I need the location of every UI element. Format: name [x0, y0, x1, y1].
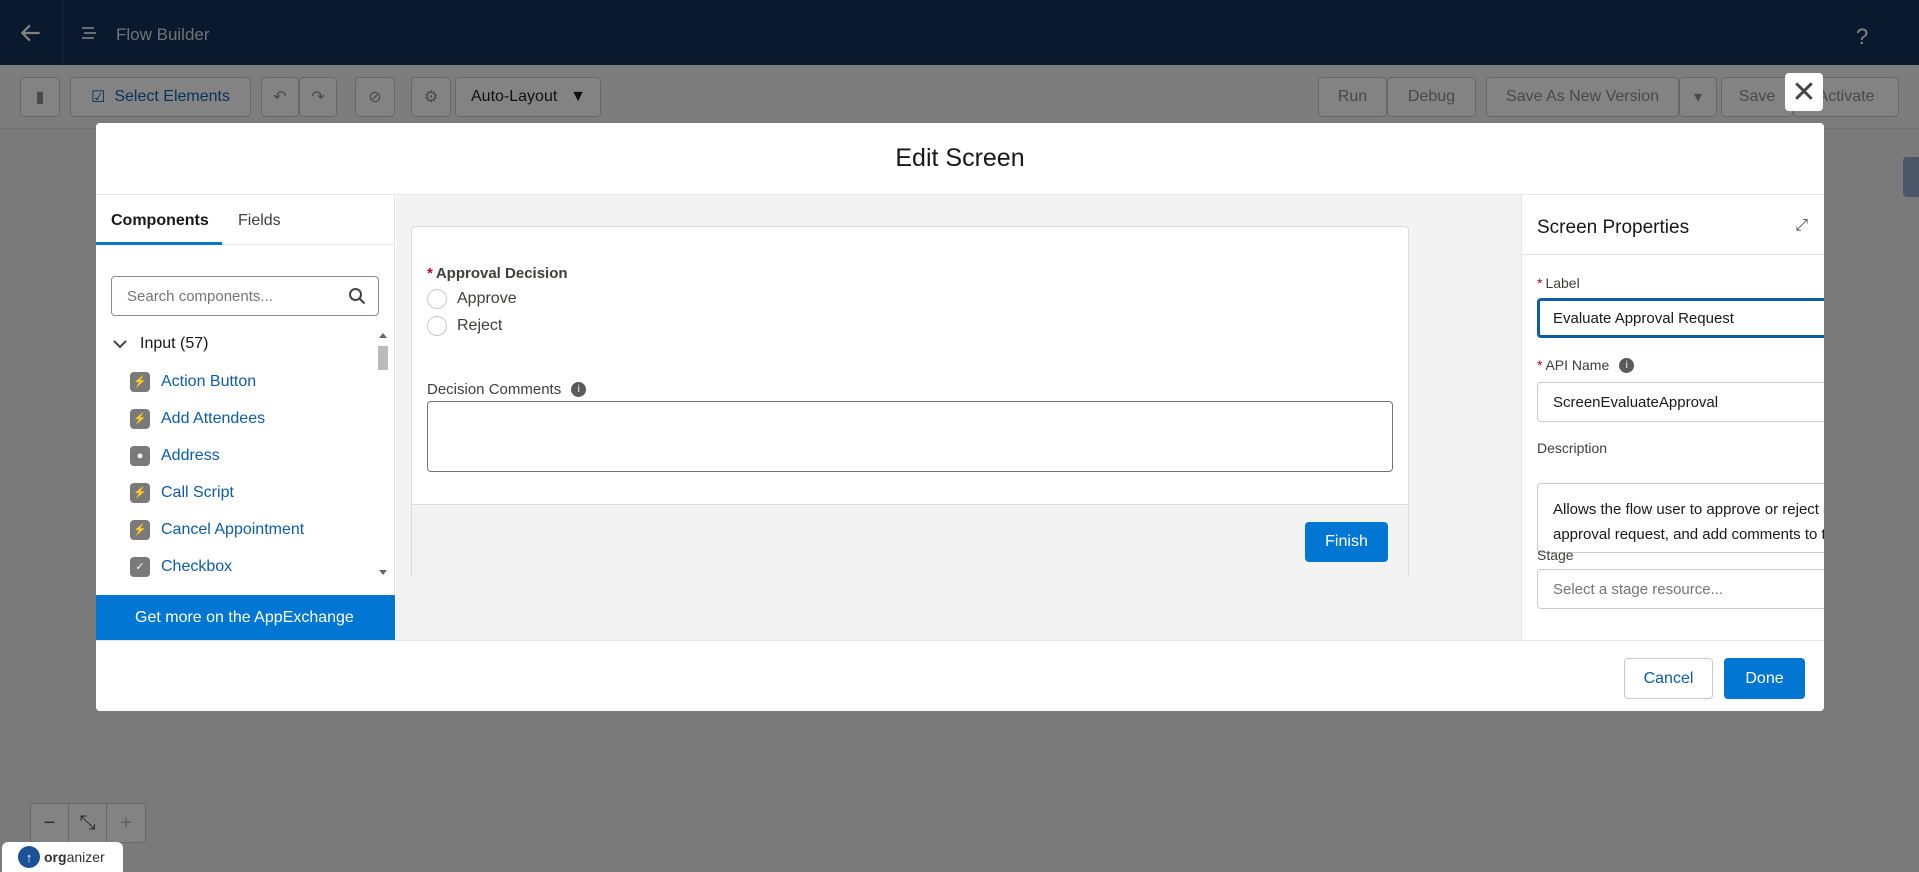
radio-reject[interactable]: Reject — [427, 316, 502, 336]
chevron-down-icon — [113, 340, 127, 349]
api-name-field-text: API Name — [1545, 357, 1610, 373]
search-icon — [349, 288, 366, 305]
organizer-badge[interactable]: ↑ org anizer — [2, 842, 123, 872]
api-name-value: ScreenEvaluateApproval — [1553, 393, 1719, 411]
radio-button[interactable] — [427, 316, 447, 336]
component-label: Add Attendees — [161, 409, 266, 427]
screen-preview: * Approval Decision Approve Reject Decisi… — [411, 226, 1409, 579]
component-label: Action Button — [161, 372, 257, 390]
location-pin-icon: ● — [130, 445, 150, 466]
decision-comments-textarea[interactable] — [427, 401, 1393, 472]
properties-title: Screen Properties — [1537, 217, 1690, 238]
screen-canvas: * Approval Decision Approve Reject Decisi… — [396, 195, 1521, 640]
label-field-text: Label — [1545, 275, 1580, 291]
component-label: Call Script — [161, 483, 234, 501]
label-field-label: * Label — [1537, 275, 1580, 291]
lightning-icon: ⚡ — [130, 482, 150, 503]
category-label: Input (57) — [140, 335, 209, 352]
modal-footer: Cancel Done — [96, 640, 1824, 711]
palette-scrollbar[interactable] — [375, 329, 391, 579]
api-name-input[interactable]: ScreenEvaluateApproval — [1537, 382, 1824, 422]
required-marker: * — [1537, 275, 1543, 291]
approval-decision-text: Approval Decision — [435, 265, 568, 282]
appexchange-link[interactable]: Get more on the AppExchange — [96, 595, 395, 640]
close-icon[interactable]: ✕ — [1785, 73, 1823, 111]
lightning-icon: ⚡ — [130, 519, 150, 540]
description-field-label: Description — [1537, 440, 1608, 456]
checkbox-icon: ✓ — [130, 556, 150, 577]
list-item[interactable]: ⚡ Add Attendees — [130, 400, 370, 437]
tab-fields[interactable]: Fields — [238, 212, 281, 230]
organizer-logo-icon: ↑ — [18, 846, 40, 868]
screen-footer: Finish — [412, 504, 1408, 579]
search-placeholder: Search components... — [127, 287, 273, 305]
lightning-icon: ⚡ — [130, 408, 150, 429]
component-label: Address — [161, 446, 220, 464]
component-label: Checkbox — [161, 557, 233, 575]
list-item[interactable]: ⚡ Action Button — [130, 363, 370, 400]
list-item[interactable]: ⚡ Call Script — [130, 474, 370, 511]
info-icon[interactable]: i — [571, 382, 587, 397]
required-marker: * — [1537, 357, 1543, 373]
lightning-icon: ⚡ — [130, 371, 150, 392]
stage-field-label: Stage — [1537, 547, 1574, 563]
decision-comments-label: Decision Comments i — [427, 381, 587, 398]
modal-title: Edit Screen — [96, 123, 1824, 195]
label-input-value: Evaluate Approval Request — [1553, 309, 1734, 327]
radio-approve[interactable]: Approve — [427, 289, 517, 309]
approval-decision-label: * Approval Decision — [427, 265, 568, 282]
stage-placeholder: Select a stage resource... — [1553, 580, 1724, 598]
properties-header: Screen Properties ⤢ — [1522, 195, 1824, 255]
expand-icon[interactable]: ⤢ — [1795, 217, 1808, 235]
stage-input[interactable]: Select a stage resource... — [1537, 569, 1824, 609]
palette-tabs: Components Fields — [96, 195, 395, 245]
radio-label: Approve — [457, 290, 517, 307]
required-marker: * — [427, 265, 433, 282]
component-label: Cancel Appointment — [161, 520, 305, 538]
finish-button[interactable]: Finish — [1305, 522, 1388, 562]
description-textarea[interactable]: Allows the flow user to approve or rejec… — [1537, 483, 1824, 553]
organizer-org-text: org — [44, 849, 67, 865]
tab-components[interactable]: Components — [111, 212, 209, 230]
decision-comments-text: Decision Comments — [427, 381, 562, 398]
list-item[interactable]: ● Address — [130, 437, 370, 474]
category-input[interactable]: Input (57) — [112, 335, 208, 353]
screen-properties-panel: Screen Properties ⤢ * Label Evaluate Appr… — [1521, 195, 1824, 640]
api-name-field-label: * API Name i — [1537, 357, 1635, 373]
component-list: ⚡ Action Button ⚡ Add Attendees ● Address ⚡… — [130, 363, 370, 585]
list-item[interactable]: ⚡ Cancel Appointment — [130, 511, 370, 548]
organizer-anizer-text: anizer — [66, 849, 105, 865]
list-item[interactable]: ✓ Checkbox — [130, 548, 370, 585]
radio-button[interactable] — [427, 289, 447, 309]
done-button[interactable]: Done — [1724, 658, 1805, 699]
edit-screen-modal: Edit Screen Components Fields Search com… — [96, 123, 1824, 711]
info-icon[interactable]: i — [1619, 357, 1635, 373]
cancel-button[interactable]: Cancel — [1624, 658, 1713, 699]
radio-label: Reject — [457, 317, 503, 334]
search-input[interactable]: Search components... — [111, 276, 379, 316]
description-value: Allows the flow user to approve or rejec… — [1553, 501, 1824, 552]
label-input[interactable]: Evaluate Approval Request — [1537, 298, 1824, 338]
tab-active-indicator — [96, 242, 222, 245]
components-palette: Components Fields Search components... I… — [96, 195, 395, 640]
